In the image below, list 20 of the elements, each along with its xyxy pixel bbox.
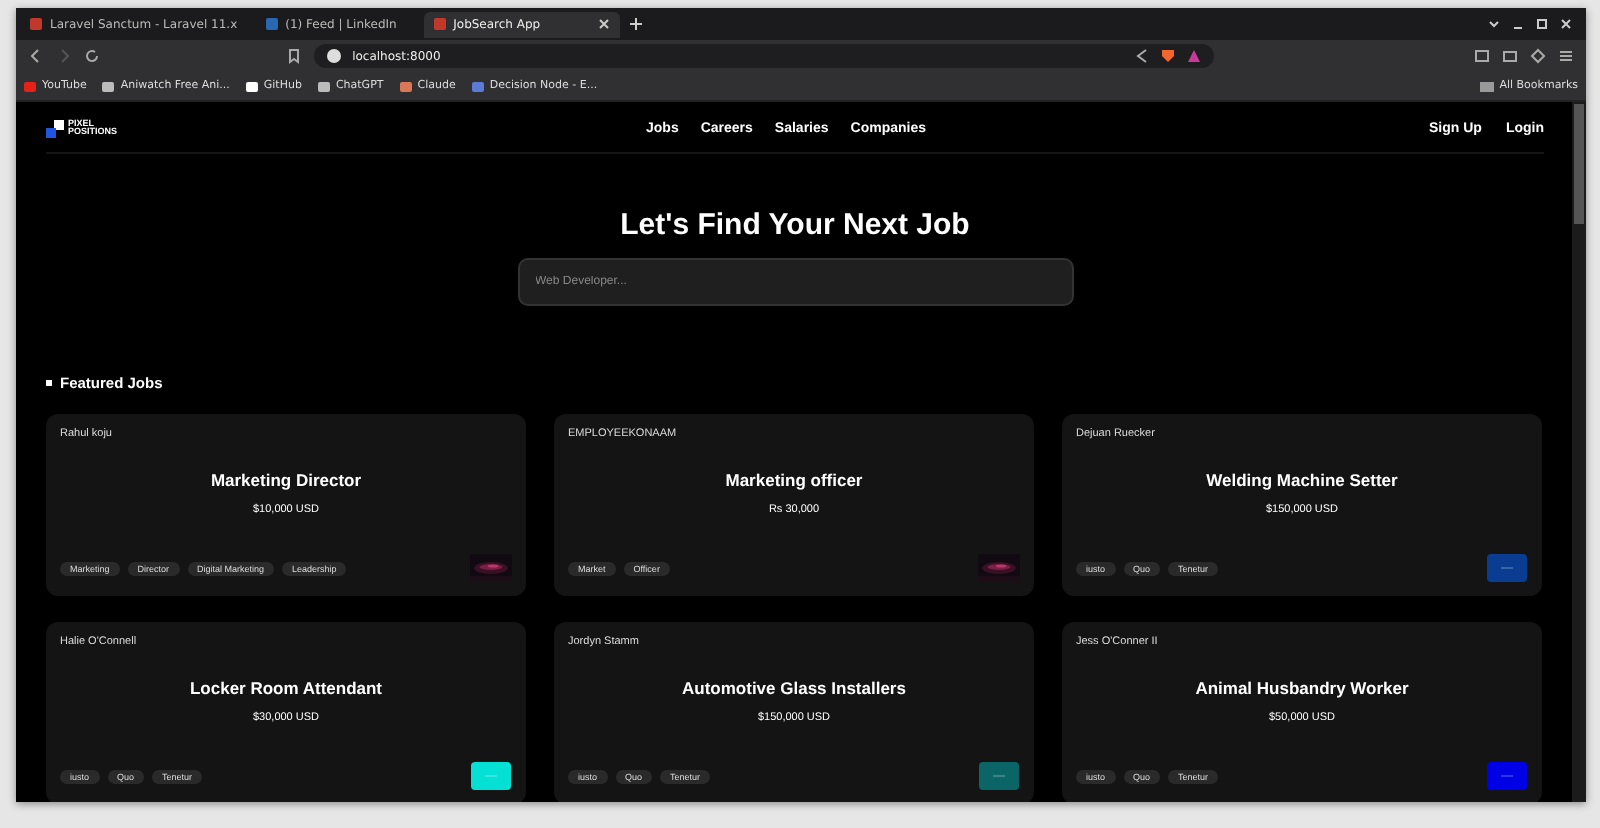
job-title[interactable]: Automotive Glass Installers [568, 678, 1020, 698]
maximize-icon[interactable] [1534, 16, 1550, 32]
close-icon[interactable] [597, 18, 610, 30]
job-title[interactable]: Welding Machine Setter [1076, 470, 1528, 490]
bookmark-icon[interactable] [286, 48, 303, 64]
close-icon[interactable] [1558, 16, 1574, 32]
menu-icon[interactable] [1558, 48, 1574, 64]
job-title[interactable]: Marketing officer [568, 470, 1020, 490]
job-title[interactable]: Marketing Director [60, 470, 512, 490]
page-heading: Let's Find Your Next Job [618, 208, 972, 242]
shield-icon[interactable] [1160, 48, 1177, 64]
back-icon[interactable] [28, 48, 44, 64]
square-icon [46, 380, 52, 386]
reload-icon[interactable] [84, 48, 100, 64]
triangle-icon[interactable] [1186, 48, 1203, 64]
job-title[interactable]: Animal Husbandry Worker [1076, 678, 1528, 698]
sidebar-icon[interactable] [1474, 48, 1490, 64]
plus-icon[interactable] [627, 16, 644, 32]
chevron-down-icon[interactable] [1486, 16, 1502, 32]
job-title[interactable]: Locker Room Attendant [60, 678, 512, 698]
